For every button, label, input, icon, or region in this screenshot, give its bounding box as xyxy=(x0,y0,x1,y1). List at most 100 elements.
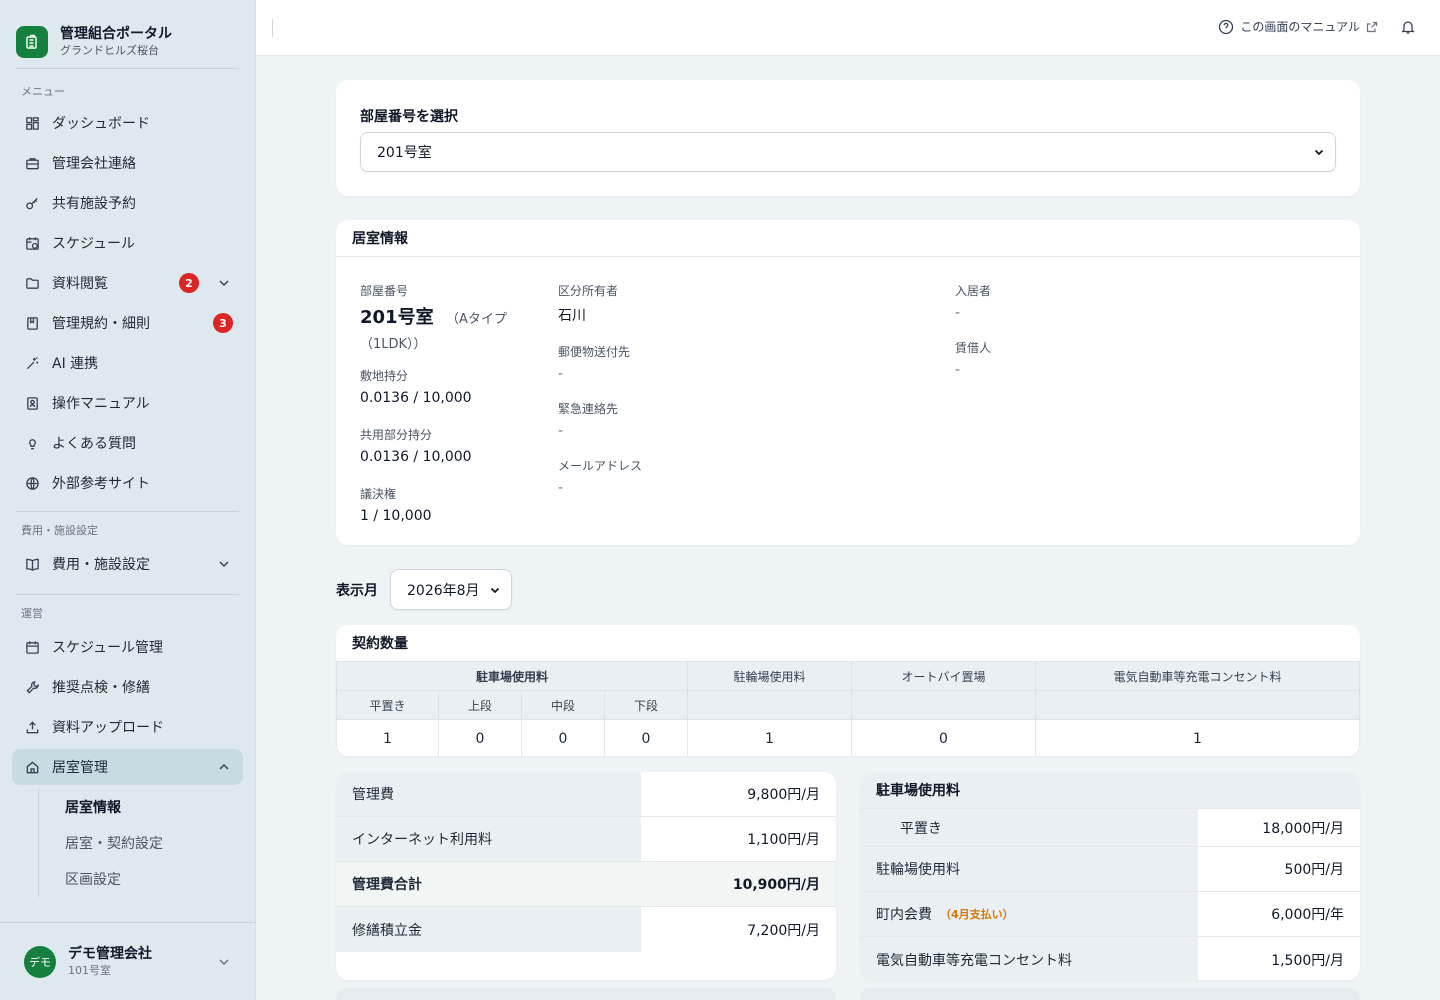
fee-row: 駐輪場使用料 500円/月 xyxy=(860,847,1360,892)
nav-upload[interactable]: 資料アップロード xyxy=(12,709,243,745)
key-icon xyxy=(24,195,40,211)
email-value: - xyxy=(558,480,564,496)
sparkle-icon xyxy=(24,355,40,371)
nav-label: 資料アップロード xyxy=(52,720,164,736)
nav-label: ダッシュボード xyxy=(52,116,150,132)
nav-label: 費用・施設設定 xyxy=(52,557,150,573)
room-info-title: 居室情報 xyxy=(336,220,1360,257)
chevron-down-icon[interactable] xyxy=(217,557,231,571)
chevron-down-icon[interactable] xyxy=(217,955,231,969)
month-select[interactable]: 2026年8月 xyxy=(390,569,512,610)
nav-bylaws[interactable]: 管理規約・細則 3 xyxy=(12,305,243,341)
fee-value: 9,800円/月 xyxy=(747,787,820,803)
room-number-label: 部屋番号 xyxy=(360,284,409,298)
fee-label: 管理費 xyxy=(336,772,641,816)
screen-manual-link[interactable]: この画面のマニュアル xyxy=(1218,18,1378,35)
help-circle-icon xyxy=(1219,19,1234,34)
voting-right-label: 議決権 xyxy=(360,487,397,501)
room-select-label: 部屋番号を選択 xyxy=(360,109,458,125)
nav-schedule[interactable]: スケジュール xyxy=(12,225,243,261)
fee-row: 平置き 18,000円/月 xyxy=(860,809,1360,847)
fee-label: 管理費合計 xyxy=(336,862,641,906)
nav-room-management[interactable]: 居室管理 xyxy=(12,749,243,785)
tenant-label: 賃借人 xyxy=(955,341,992,355)
nav-dashboard[interactable]: ダッシュボード xyxy=(12,105,243,141)
email-label: メールアドレス xyxy=(558,459,643,473)
notification-badge: 2 xyxy=(179,273,199,293)
nav-ai[interactable]: AI 連携 xyxy=(12,345,243,381)
month-label: 表示月 xyxy=(336,583,378,599)
nav-label: スケジュール管理 xyxy=(52,640,164,656)
common-share-value: 0.0136 / 10,000 xyxy=(360,449,472,465)
header-bicycle: 駐輪場使用料 xyxy=(687,661,852,691)
user-name: デモ管理会社 xyxy=(68,945,152,962)
table-cell: 0 xyxy=(604,719,688,756)
fee-value: 18,000円/月 xyxy=(1262,820,1344,837)
user-menu[interactable]: デモ デモ管理会社 101号室 xyxy=(0,922,255,1000)
land-share-label: 敷地持分 xyxy=(360,369,409,383)
nav-manual[interactable]: 操作マニュアル xyxy=(12,385,243,421)
fee-row: 町内会費 （4月支払い） 6,000円/年 xyxy=(860,892,1360,937)
room-layout: （1LDK）） xyxy=(360,337,427,352)
nav-facility-reservation[interactable]: 共有施設予約 xyxy=(12,185,243,221)
nav-faq[interactable]: よくある質問 xyxy=(12,425,243,461)
nav-documents[interactable]: 資料閲覧 2 xyxy=(12,265,243,301)
nav-schedule-management[interactable]: スケジュール管理 xyxy=(12,629,243,665)
header-parking: 駐車場使用料 xyxy=(336,661,688,691)
divider xyxy=(272,19,273,37)
nav-management-contact[interactable]: 管理会社連絡 xyxy=(12,145,243,181)
nav-label: 操作マニュアル xyxy=(52,396,150,412)
lightbulb-icon xyxy=(24,435,40,451)
resident-label: 入居者 xyxy=(955,284,992,298)
subheader-empty xyxy=(851,690,1036,720)
bell-icon[interactable] xyxy=(1400,19,1416,35)
fee-label: 修繕積立金 xyxy=(336,907,641,952)
fee-row: インターネット利用料 1,100円/月 xyxy=(336,817,836,862)
room-subnav: 居室情報 居室・契約設定 区画設定 xyxy=(38,789,255,897)
management-fee-card: 管理費 9,800円/月 インターネット利用料 1,100円/月 管理費合計 1… xyxy=(336,772,836,980)
nav-external-sites[interactable]: 外部参考サイト xyxy=(12,465,243,501)
fee-value: 1,100円/月 xyxy=(747,832,820,848)
table-row: 1 0 0 0 1 0 1 xyxy=(336,719,1360,756)
chevron-up-icon[interactable] xyxy=(217,760,231,774)
nav-label: AI 連携 xyxy=(52,356,99,372)
nav-label: スケジュール xyxy=(52,236,136,252)
subnav-room-contract-settings[interactable]: 居室・契約設定 xyxy=(39,825,255,861)
table-cell: 1 xyxy=(336,719,439,756)
dashboard-icon xyxy=(24,115,40,131)
book-icon xyxy=(24,315,40,331)
room-info-card: 居室情報 部屋番号 201号室 （Aタイプ （1LDK）） 敷地持分 0.013… xyxy=(336,220,1360,545)
common-share-label: 共用部分持分 xyxy=(360,428,433,442)
mail-address-value: - xyxy=(558,366,564,382)
subheader-flat: 平置き xyxy=(336,690,439,720)
fee-label-wrap: 町内会費 （4月支払い） xyxy=(860,892,1198,936)
settings-section-label: 費用・施設設定 xyxy=(21,524,98,537)
building-icon xyxy=(16,26,48,58)
subnav-room-info[interactable]: 居室情報 xyxy=(39,789,255,825)
folder-icon xyxy=(24,275,40,291)
brand-subtitle: グランドヒルズ桜台 xyxy=(60,44,159,57)
nav-label: 推奨点検・修繕 xyxy=(52,680,150,696)
calendar-icon xyxy=(24,639,40,655)
fee-label: 平置き xyxy=(860,809,1198,846)
chevron-down-icon[interactable] xyxy=(217,276,231,290)
nav-label: 管理会社連絡 xyxy=(52,156,136,172)
nav-label: 資料閲覧 xyxy=(52,276,108,292)
brand[interactable]: 管理組合ポータル グランドヒルズ桜台 xyxy=(0,0,255,68)
voting-right-value: 1 / 10,000 xyxy=(360,508,432,524)
room-select-card: 部屋番号を選択 201号室 xyxy=(336,80,1360,196)
nav-label: 管理規約・細則 xyxy=(52,316,150,332)
nav-fee-settings[interactable]: 費用・施設設定 xyxy=(12,546,243,582)
user-room: 101号室 xyxy=(68,963,111,977)
room-select[interactable]: 201号室 xyxy=(360,132,1336,172)
subnav-section-settings[interactable]: 区画設定 xyxy=(39,861,255,897)
nav-label: よくある質問 xyxy=(52,436,136,452)
usage-fee-card: 駐車場使用料 平置き 18,000円/月 駐輪場使用料 500円/月 町内会費 … xyxy=(860,772,1360,980)
tenant-value: - xyxy=(955,362,961,378)
nav-inspection[interactable]: 推奨点検・修繕 xyxy=(12,669,243,705)
subheader-empty xyxy=(687,690,852,720)
table-cell: 0 xyxy=(438,719,522,756)
home-icon xyxy=(24,759,40,775)
fee-label: 町内会費 xyxy=(876,907,932,923)
room-select-value: 201号室 xyxy=(377,145,432,161)
